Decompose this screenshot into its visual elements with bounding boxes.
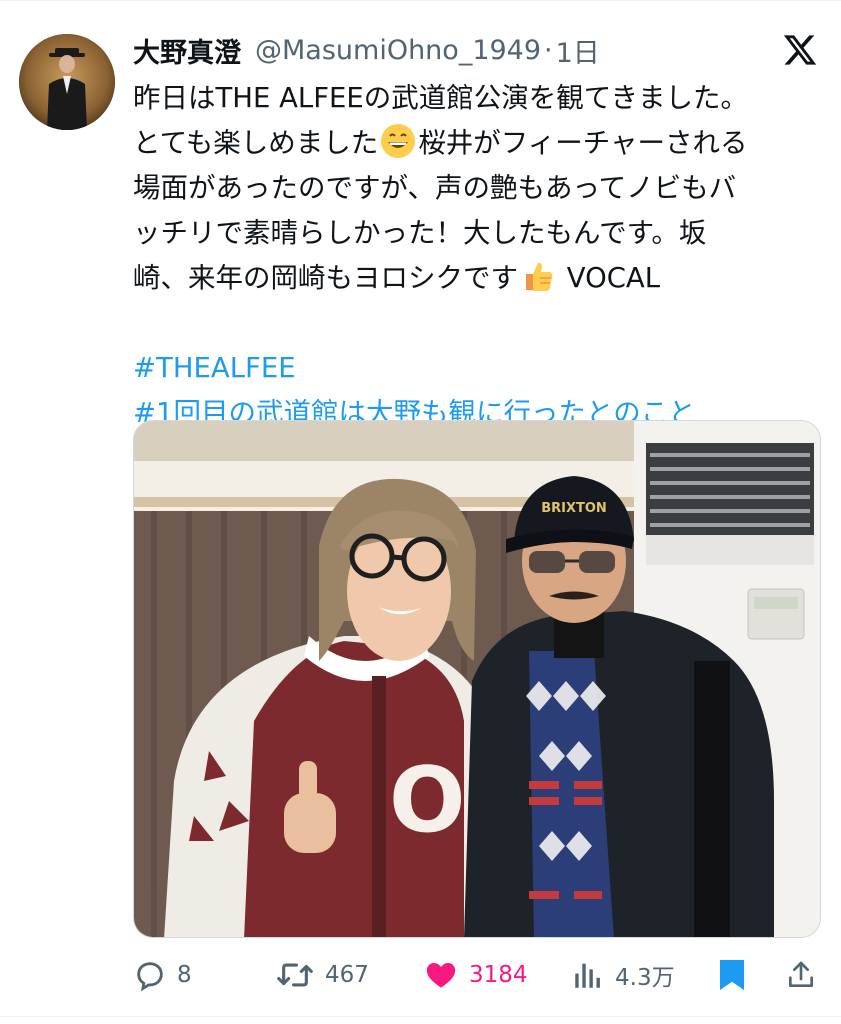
tweet-text-fragment: 崎、来年の岡崎もヨロシクです (133, 262, 518, 294)
tweet-text: 昨日はTHE ALFEEの武道館公演を観てきました。 とても楽しめました 桜井がフ… (133, 76, 823, 436)
tweet-line: 場面があったのですが、声の艶もあってノビもバ (133, 172, 737, 204)
views-count: 4.3万 (615, 965, 675, 991)
retweet-icon (277, 963, 313, 987)
display-name[interactable]: 大野真澄 (133, 31, 241, 70)
x-logo-icon[interactable] (781, 32, 819, 68)
bottom-divider (0, 1016, 841, 1017)
tweet-text-fragment: 桜井がフィーチャーされる (418, 127, 748, 159)
tweet-line: ッチリで素晴らしかった！大したもんです。坂 (133, 217, 707, 249)
separator-dot: · (544, 34, 553, 66)
retweet-count: 467 (325, 962, 369, 988)
user-handle[interactable]: @MasumiOhno_1949 (255, 35, 541, 66)
tweet-photo[interactable]: O BRIXTON (133, 420, 821, 938)
share-button[interactable] (785, 950, 827, 1000)
tweet-text-fragment: とても楽しめました (133, 127, 379, 159)
tweet-line: 昨日はTHE ALFEEの武道館公演を観てきました。 (133, 82, 748, 114)
share-icon (789, 961, 813, 987)
thumbs-up-icon (526, 262, 553, 291)
views-button[interactable]: 4.3万 (571, 950, 675, 1000)
bookmark-button[interactable] (717, 950, 757, 1000)
action-bar: 8 467 3184 4.3万 (0, 950, 841, 1000)
cap-logo-text: BRIXTON (541, 501, 607, 516)
photo-image: O BRIXTON (134, 421, 820, 937)
retweet-button[interactable]: 467 (275, 950, 369, 1000)
avatar[interactable] (19, 34, 115, 130)
like-button[interactable]: 3184 (423, 950, 528, 1000)
hashtag-thealfee[interactable]: #THEALFEE (133, 346, 823, 391)
views-icon (575, 963, 600, 988)
reply-count: 8 (177, 962, 192, 988)
grinning-face-icon (381, 124, 416, 158)
tweet-header: 大野真澄 @MasumiOhno_1949 · 1日 (133, 30, 600, 70)
top-divider (0, 0, 841, 1)
tweet-line: 崎、来年の岡崎もヨロシクです VOCAL (133, 256, 823, 301)
like-icon (426, 962, 456, 988)
tweet-line: とても楽しめました 桜井がフィーチャーされる (133, 121, 823, 166)
reply-icon (137, 962, 163, 992)
like-count: 3184 (469, 962, 528, 988)
bookmark-icon (720, 960, 744, 990)
avatar-image (19, 34, 115, 130)
sweater-letter: O (389, 748, 466, 853)
timestamp[interactable]: 1日 (556, 31, 600, 70)
reply-button[interactable]: 8 (133, 950, 192, 1000)
tweet-text-fragment: VOCAL (558, 262, 661, 294)
